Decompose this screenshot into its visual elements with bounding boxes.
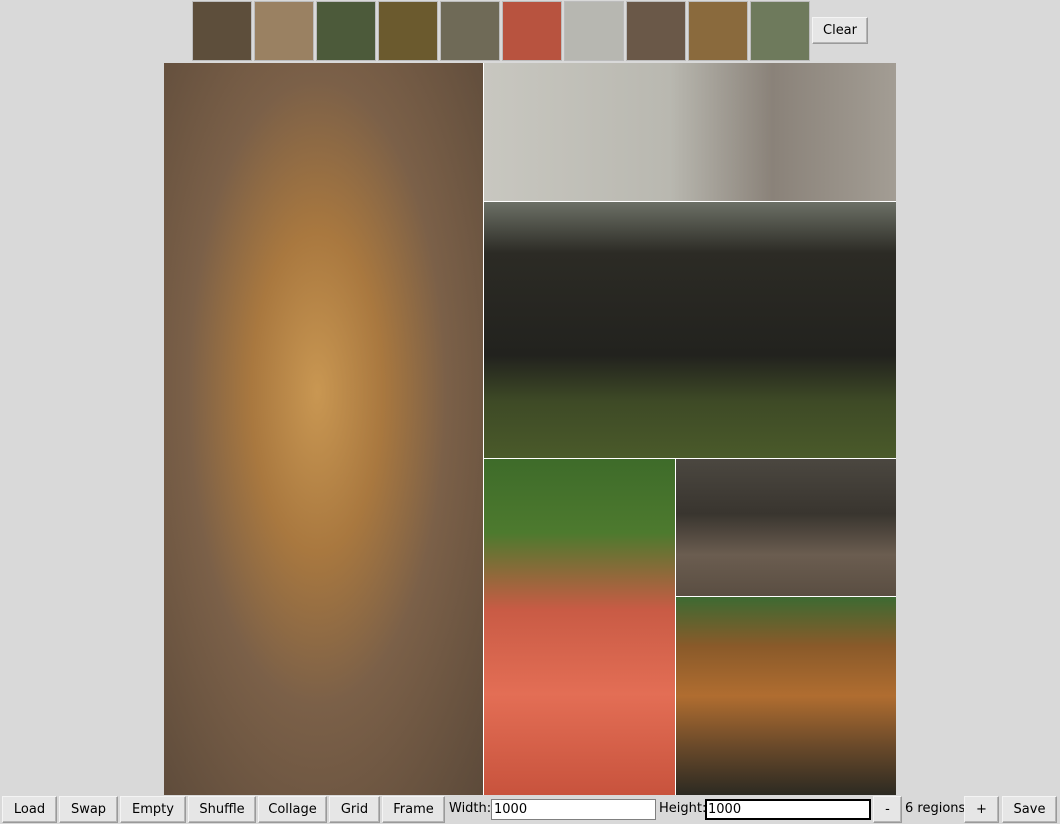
thumbnail[interactable] [440,1,500,61]
collage-region-giraffe[interactable] [484,202,896,458]
thumbnail[interactable] [688,1,748,61]
height-input[interactable] [705,799,871,820]
collage-canvas [164,63,896,795]
collage-button[interactable]: Collage [258,796,327,823]
collage-region-tiger[interactable] [676,597,896,795]
thumbnail[interactable] [378,1,438,61]
empty-button[interactable]: Empty [120,796,186,823]
height-label: Height: [659,801,707,816]
decrease-regions-button[interactable]: - [873,796,902,823]
regions-count: 6 regions [905,801,966,816]
collage-region-ostrich[interactable] [484,63,896,201]
thumbnail[interactable] [626,1,686,61]
thumbnail[interactable] [316,1,376,61]
thumbnail-strip [192,1,810,61]
thumbnail[interactable] [564,1,624,61]
thumbnail[interactable] [502,1,562,61]
grid-button[interactable]: Grid [329,796,380,823]
collage-region-flamingos[interactable] [484,459,675,795]
load-button[interactable]: Load [2,796,57,823]
thumbnail[interactable] [750,1,810,61]
thumbnail[interactable] [192,1,252,61]
save-button[interactable]: Save [1002,796,1057,823]
thumbnail[interactable] [254,1,314,61]
collage-region-cheetah[interactable] [164,63,483,795]
collage-region-rhinos[interactable] [676,459,896,596]
frame-button[interactable]: Frame [382,796,445,823]
clear-button[interactable]: Clear [812,17,868,44]
width-label: Width: [449,801,492,816]
bottom-toolbar: Load Swap Empty Shuffle Collage Grid Fra… [0,795,1060,824]
width-input[interactable] [491,799,656,820]
shuffle-button[interactable]: Shuffle [188,796,256,823]
swap-button[interactable]: Swap [59,796,118,823]
increase-regions-button[interactable]: + [964,796,999,823]
